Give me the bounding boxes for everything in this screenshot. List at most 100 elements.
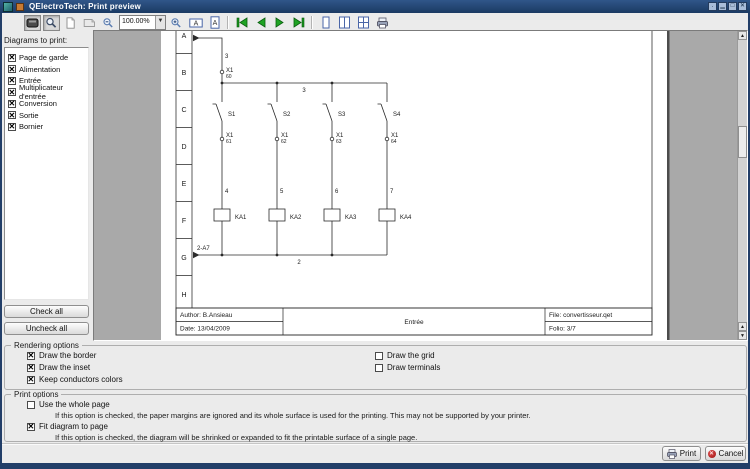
uncheck-all-button[interactable]: Uncheck all bbox=[4, 322, 89, 335]
scrollbar-thumb[interactable] bbox=[738, 126, 747, 158]
svg-text:C: C bbox=[181, 107, 186, 114]
check-all-button[interactable]: Check all bbox=[4, 305, 89, 318]
list-item-label: Page de garde bbox=[19, 53, 68, 62]
checkbox[interactable] bbox=[8, 111, 16, 119]
zoom-in-icon bbox=[170, 17, 183, 29]
svg-text:A: A bbox=[212, 20, 217, 27]
cancel-button[interactable]: ✕ Cancel bbox=[705, 446, 746, 461]
list-item[interactable]: Bornier bbox=[8, 121, 85, 133]
terminal-icon bbox=[220, 70, 224, 74]
checkbox[interactable] bbox=[8, 100, 16, 108]
checkbox[interactable] bbox=[8, 88, 16, 96]
use-whole-page-option[interactable]: Use the whole page bbox=[27, 400, 110, 409]
titleblock-author: Author: B.Ansieau bbox=[180, 312, 233, 319]
printer-icon bbox=[667, 449, 677, 459]
orientation-portrait-icon: A bbox=[209, 16, 221, 29]
svg-text:E: E bbox=[182, 181, 187, 188]
list-item-label: Sortie bbox=[19, 111, 39, 120]
svg-text:F: F bbox=[182, 218, 186, 225]
svg-text:2-A7: 2-A7 bbox=[197, 246, 210, 252]
checkbox[interactable] bbox=[27, 364, 35, 372]
window-menu-icon[interactable] bbox=[16, 3, 24, 11]
paper-sheet bbox=[161, 31, 667, 340]
cancel-icon: ✕ bbox=[708, 450, 716, 458]
window-close-button[interactable]: ✕ bbox=[738, 2, 747, 11]
scroll-up-button[interactable]: ▲ bbox=[738, 31, 747, 40]
next-page-button[interactable] bbox=[271, 15, 288, 31]
checkbox[interactable] bbox=[375, 364, 383, 372]
fit-page-icon bbox=[45, 17, 58, 29]
list-item[interactable]: Multiplicateur d'entrée bbox=[8, 87, 85, 99]
zoom-level-combo[interactable]: 100.00% ▼ bbox=[119, 15, 166, 30]
last-page-button[interactable] bbox=[290, 15, 307, 31]
list-item[interactable]: Page de garde bbox=[8, 52, 85, 64]
svg-text:A: A bbox=[182, 33, 187, 40]
fit-page-button[interactable] bbox=[43, 15, 60, 31]
last-page-icon bbox=[292, 17, 306, 28]
print-preview-dialog: { "window": { "title": "QElectroTech: Pr… bbox=[0, 0, 750, 469]
relay-coil bbox=[214, 209, 230, 221]
relay-coil bbox=[324, 209, 340, 221]
zoom-out-button[interactable] bbox=[100, 15, 117, 31]
terminal-icon bbox=[330, 137, 334, 141]
page-portrait-icon bbox=[64, 17, 77, 29]
svg-text:KA1: KA1 bbox=[235, 215, 247, 221]
overview-view-button[interactable] bbox=[355, 15, 372, 31]
checkbox[interactable] bbox=[8, 54, 16, 62]
svg-text:S3: S3 bbox=[338, 112, 346, 118]
diagram-list[interactable]: Page de garde Alimentation Entrée Multip… bbox=[4, 47, 89, 300]
terminal-icon bbox=[275, 137, 279, 141]
zoom-in-button[interactable] bbox=[168, 15, 185, 31]
single-page-view-button[interactable] bbox=[317, 15, 334, 31]
draw-grid-option[interactable]: Draw the grid bbox=[375, 351, 435, 360]
printer-icon bbox=[376, 17, 389, 29]
checkbox[interactable] bbox=[27, 352, 35, 360]
svg-text:G: G bbox=[181, 255, 186, 262]
facing-pages-view-button[interactable] bbox=[336, 15, 353, 31]
window-border bbox=[0, 0, 2, 469]
checkbox[interactable] bbox=[8, 77, 16, 85]
print-options-legend: Print options bbox=[11, 390, 61, 399]
window-shade-button[interactable]: . bbox=[708, 2, 717, 11]
first-page-button[interactable] bbox=[233, 15, 250, 31]
window-minimize-button[interactable]: ▁ bbox=[718, 2, 727, 11]
previous-page-button[interactable] bbox=[252, 15, 269, 31]
orientation-landscape-button[interactable]: A bbox=[187, 15, 204, 31]
portrait-button[interactable] bbox=[62, 15, 79, 31]
list-item[interactable]: Sortie bbox=[8, 110, 85, 122]
checkbox[interactable] bbox=[27, 376, 35, 384]
checkbox[interactable] bbox=[8, 123, 16, 131]
orientation-landscape-icon: A bbox=[189, 17, 203, 29]
draw-border-option[interactable]: Draw the border bbox=[27, 351, 96, 360]
scroll-up-button[interactable]: ▲ bbox=[738, 322, 747, 331]
preview-vertical-scrollbar[interactable]: ▲ ▲ ▼ bbox=[737, 31, 747, 340]
fit-width-icon bbox=[26, 18, 39, 28]
scroll-down-button[interactable]: ▼ bbox=[738, 331, 747, 340]
rendering-options-legend: Rendering options bbox=[11, 341, 82, 350]
page-setup-button[interactable] bbox=[374, 15, 391, 31]
orientation-portrait-button[interactable]: A bbox=[206, 15, 223, 31]
draw-terminals-option[interactable]: Draw terminals bbox=[375, 363, 440, 372]
checkbox[interactable] bbox=[27, 401, 35, 409]
checkbox[interactable] bbox=[27, 423, 35, 431]
list-item[interactable]: Alimentation bbox=[8, 64, 85, 76]
svg-text:KA3: KA3 bbox=[345, 215, 357, 221]
chevron-down-icon[interactable]: ▼ bbox=[155, 16, 165, 29]
checkbox[interactable] bbox=[8, 65, 16, 73]
fit-diagram-option[interactable]: Fit diagram to page bbox=[27, 422, 108, 431]
print-button[interactable]: Print bbox=[662, 446, 701, 461]
checkbox[interactable] bbox=[375, 352, 383, 360]
landscape-button[interactable] bbox=[81, 15, 98, 31]
svg-text:A: A bbox=[193, 20, 198, 27]
print-preview-viewport[interactable]: A B C D E F G H bbox=[93, 30, 748, 341]
draw-inset-option[interactable]: Draw the inset bbox=[27, 363, 90, 372]
zoom-level-value: 100.00% bbox=[120, 16, 155, 29]
fit-width-button[interactable] bbox=[24, 15, 41, 31]
svg-text:61: 61 bbox=[226, 139, 232, 145]
print-options-group: Print options Use the whole page If this… bbox=[4, 394, 747, 442]
keep-conductors-colors-option[interactable]: Keep conductors colors bbox=[27, 375, 123, 384]
titleblock-file: File: convertisseur.qet bbox=[549, 312, 612, 319]
window-title-bar[interactable]: QElectroTech: Print preview . ▁ □ ✕ bbox=[0, 0, 750, 13]
page-landscape-icon bbox=[83, 17, 96, 29]
window-maximize-button[interactable]: □ bbox=[728, 2, 737, 11]
